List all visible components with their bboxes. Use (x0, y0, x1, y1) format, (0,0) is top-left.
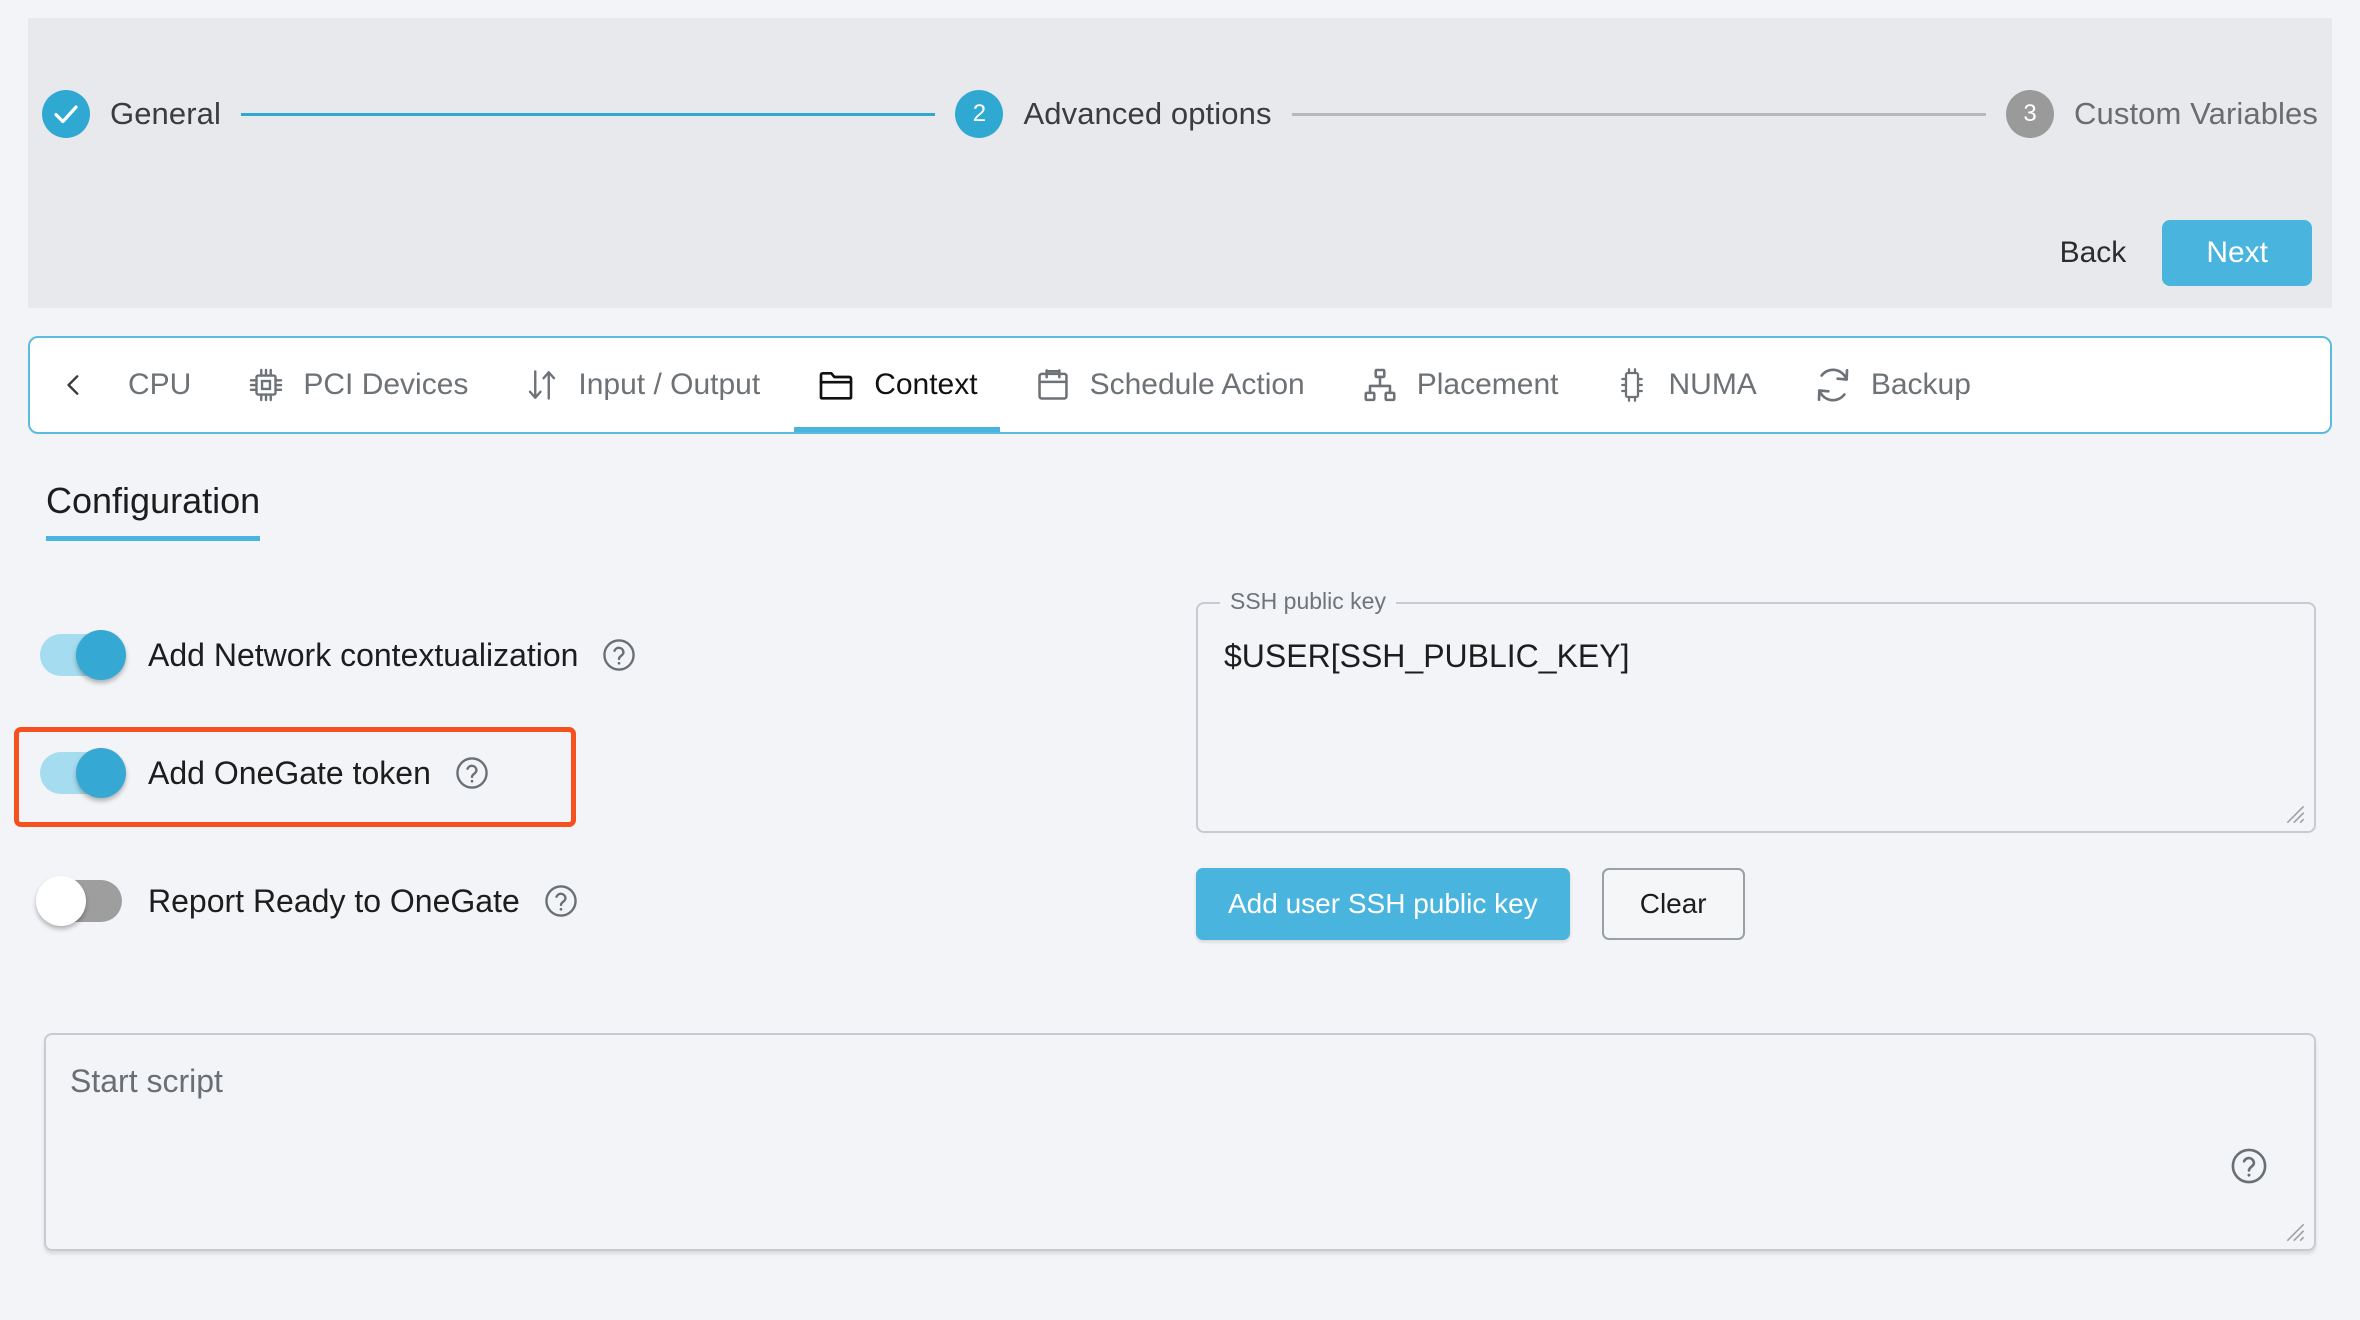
clear-ssh-key-button[interactable]: Clear (1601, 868, 1745, 940)
next-button[interactable]: Next (2162, 220, 2312, 286)
toggle-knob (36, 876, 86, 926)
tab-placement[interactable]: Placement (1333, 338, 1587, 432)
toggle-add-onegate-token[interactable] (40, 748, 126, 798)
toggle-row-add-network-contextualization: Add Network contextualization (40, 630, 638, 680)
start-script-placeholder: Start script (70, 1063, 223, 1099)
tab-cpu[interactable]: CPU (100, 338, 219, 432)
tab-pci-devices[interactable]: PCI Devices (219, 338, 496, 432)
ssh-public-key-legend: SSH public key (1220, 588, 1396, 615)
step-advanced-bullet: 2 (955, 90, 1004, 138)
sitemap-icon (1361, 366, 1399, 404)
chip-vert-icon (1614, 366, 1650, 404)
step-custom-bullet: 3 (2006, 90, 2055, 138)
toggle-label-report-ready-to-onegate: Report Ready to OneGate (148, 882, 520, 919)
step-connector-2 (1291, 112, 1987, 116)
resize-handle-ssh[interactable] (2278, 797, 2306, 825)
wizard-stepper: General 2 Advanced options 3 Custom Vari… (42, 90, 2318, 138)
ssh-public-key-field[interactable]: SSH public key $USER[SSH_PUBLIC_KEY] (1196, 588, 2316, 833)
resize-handle-start-script[interactable] (2278, 1215, 2306, 1243)
tab-pci-devices-label: PCI Devices (303, 368, 469, 401)
help-icon-report-ready-to-onegate[interactable] (542, 882, 580, 920)
step-general-label: General (110, 96, 221, 131)
refresh-icon (1813, 365, 1853, 405)
add-user-ssh-public-key-button[interactable]: Add user SSH public key (1196, 868, 1570, 940)
calendar-icon (1034, 366, 1072, 404)
advanced-options-tabbar: CPU PCI Devices Input / Output Context S… (28, 336, 2332, 434)
chip-icon (247, 366, 285, 404)
ssh-public-key-value: $USER[SSH_PUBLIC_KEY] (1224, 638, 1630, 674)
step-advanced-label: Advanced options (1023, 96, 1272, 131)
ssh-key-actions: Add user SSH public key Clear (1196, 868, 1745, 940)
chevron-left-icon[interactable] (48, 338, 100, 432)
tab-placement-label: Placement (1416, 368, 1559, 401)
tab-input-output[interactable]: Input / Output (496, 338, 788, 432)
toggle-knob (76, 630, 126, 680)
wizard-step-advanced-options[interactable]: 2 Advanced options (955, 90, 1271, 138)
wizard-step-custom-variables[interactable]: 3 Custom Variables (2006, 90, 2318, 138)
vm-template-wizard-page: General 2 Advanced options 3 Custom Vari… (0, 0, 2360, 1320)
tab-backup[interactable]: Backup (1785, 338, 1999, 432)
tab-numa[interactable]: NUMA (1586, 338, 1784, 432)
tab-context[interactable]: Context (788, 338, 1005, 432)
step-general-bullet (42, 90, 90, 138)
toggle-knob (76, 748, 126, 798)
configuration-section: Configuration (46, 480, 261, 541)
tab-numa-label: NUMA (1668, 368, 1757, 401)
toggle-label-add-onegate-token: Add OneGate token (148, 754, 431, 791)
folder-icon (816, 365, 856, 405)
tab-cpu-label: CPU (128, 368, 192, 401)
tab-context-label: Context (874, 368, 978, 401)
start-script-textarea[interactable]: Start script (44, 1033, 2316, 1251)
help-icon-start-script[interactable] (2228, 1145, 2270, 1187)
tab-schedule-action[interactable]: Schedule Action (1006, 338, 1333, 432)
tab-backup-label: Backup (1870, 368, 1971, 401)
toggle-add-network-contextualization[interactable] (40, 630, 126, 680)
toggle-row-add-onegate-token: Add OneGate token (40, 748, 491, 798)
step-custom-label: Custom Variables (2074, 96, 2318, 131)
back-button[interactable]: Back (2046, 226, 2141, 280)
help-icon-add-network-contextualization[interactable] (600, 636, 638, 674)
arrows-icon (524, 365, 560, 405)
step-connector-1 (241, 112, 936, 116)
help-icon-add-onegate-token[interactable] (453, 754, 491, 792)
tab-schedule-action-label: Schedule Action (1089, 368, 1305, 401)
wizard-step-general[interactable]: General (42, 90, 221, 138)
toggle-label-add-network-contextualization: Add Network contextualization (148, 636, 579, 673)
page-title: Configuration (46, 480, 261, 521)
tab-input-output-label: Input / Output (578, 368, 761, 401)
wizard-actions: Back Next (2046, 220, 2312, 286)
toggle-row-report-ready-to-onegate: Report Ready to OneGate (36, 876, 580, 926)
toggle-report-ready-to-onegate[interactable] (36, 876, 122, 926)
section-underline (46, 536, 261, 541)
wizard-header: General 2 Advanced options 3 Custom Vari… (28, 18, 2332, 308)
